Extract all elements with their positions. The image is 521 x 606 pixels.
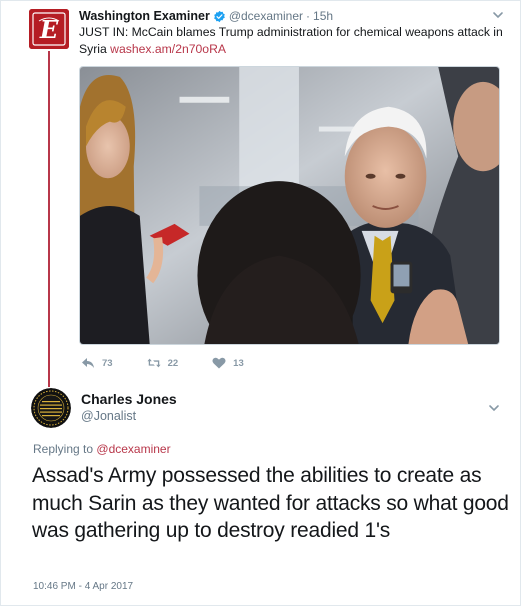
tweet-photo[interactable] [79, 66, 500, 345]
separator-dot: · [306, 9, 311, 23]
parent-tweet-time[interactable]: 15h [313, 9, 333, 23]
washington-examiner-logo-icon: E [29, 9, 69, 49]
heart-icon [212, 357, 226, 369]
retweet-count: 22 [167, 357, 179, 369]
thread-connector-line [48, 51, 50, 387]
parent-tweet-actions: 73 22 13 [81, 354, 278, 372]
chevron-down-icon[interactable] [492, 9, 504, 21]
replying-to-mention[interactable]: @dcexaminer [96, 442, 170, 456]
like-action[interactable]: 13 [212, 357, 244, 369]
retweet-action[interactable]: 22 [147, 357, 179, 369]
parent-tweet-text: JUST IN: McCain blames Trump administrat… [79, 24, 504, 58]
reply-icon [82, 358, 94, 368]
replying-to-line: Replying to @dcexaminer [33, 442, 171, 456]
retweet-icon [147, 358, 161, 368]
reply-timestamp[interactable]: 10:46 PM - 4 Apr 2017 [33, 581, 133, 592]
reply-author-handle[interactable]: @Jonalist [81, 409, 136, 423]
reply-tweet-text: Assad's Army possessed the abilities to … [32, 464, 509, 542]
press-scrum-photo [80, 67, 499, 344]
like-count: 13 [233, 357, 244, 369]
washington-examiner-avatar[interactable]: E [29, 9, 69, 49]
parent-author-handle[interactable]: @dcexaminer [229, 9, 303, 23]
parent-tweet-link[interactable]: washex.am/2n70oRA [110, 42, 226, 56]
parent-tweet-header: Washington Examiner @dcexaminer · 15h [79, 7, 509, 25]
chevron-down-icon[interactable] [488, 402, 500, 414]
charles-jones-avatar[interactable] [31, 388, 71, 428]
seal-avatar-icon [31, 388, 71, 428]
reply-author-name[interactable]: Charles Jones [81, 391, 177, 407]
replying-to-label: Replying to [33, 442, 94, 456]
tweet-thread: E Washington Examiner @dcexaminer · 15h … [0, 0, 521, 606]
parent-author-name[interactable]: Washington Examiner [79, 9, 210, 23]
verified-badge-icon [214, 10, 225, 22]
reply-count: 73 [102, 357, 113, 369]
reply-action[interactable]: 73 [81, 357, 113, 369]
